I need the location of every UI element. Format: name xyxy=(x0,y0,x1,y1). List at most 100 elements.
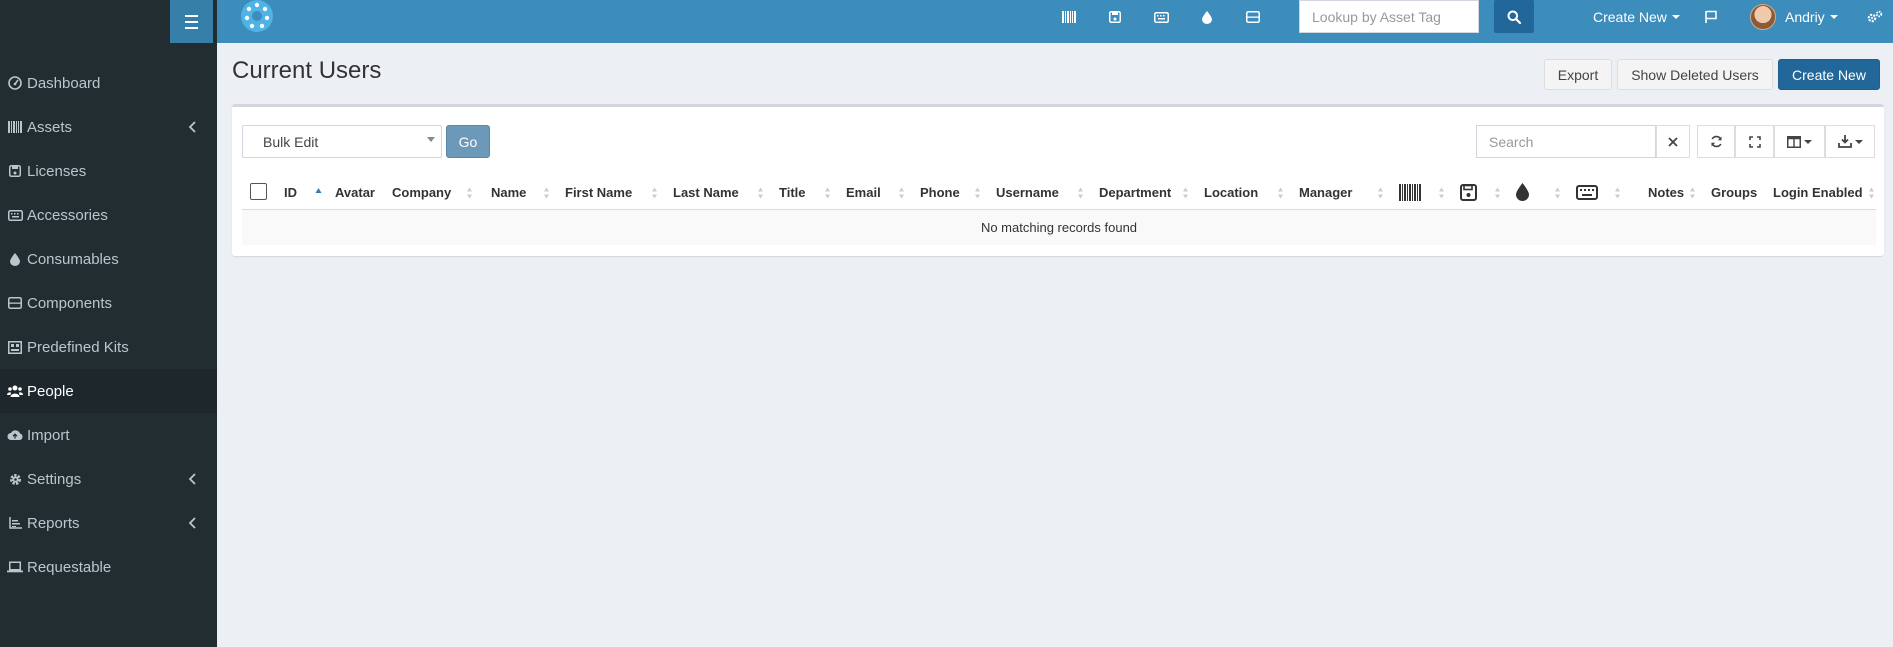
flag-icon xyxy=(1705,10,1717,23)
sidebar-item-licenses[interactable]: Licenses xyxy=(0,149,217,193)
keyboard-icon[interactable] xyxy=(1138,0,1184,34)
column-header-title[interactable]: Title xyxy=(779,175,806,209)
sidebar-item-predefined-kits[interactable]: Predefined Kits xyxy=(0,325,217,369)
sort-both-icon xyxy=(975,187,980,199)
bulk-go-button[interactable]: Go xyxy=(446,125,490,158)
admin-settings-button[interactable] xyxy=(1866,0,1884,33)
column-label: Company xyxy=(392,184,452,200)
hdd-icon xyxy=(7,295,23,311)
sort-both-icon xyxy=(652,187,657,199)
kits-icon xyxy=(7,339,23,355)
asset-tag-lookup-input[interactable]: Lookup by Asset Tag xyxy=(1299,0,1479,33)
sidebar-item-import[interactable]: Import xyxy=(0,413,217,457)
sidebar-item-label: Requestable xyxy=(27,558,112,576)
column-header-location[interactable]: Location xyxy=(1204,175,1258,209)
top-navbar: Lookup by Asset Tag Create New Andriy xyxy=(0,0,1893,43)
column-label: Groups xyxy=(1711,184,1758,200)
sidebar-item-dashboard[interactable]: Dashboard xyxy=(0,61,217,105)
avatar xyxy=(1750,3,1776,30)
hdd-icon[interactable] xyxy=(1230,0,1276,34)
column-header-department[interactable]: Department xyxy=(1099,175,1171,209)
chart-icon xyxy=(7,515,23,531)
sidebar-item-reports[interactable]: Reports xyxy=(0,501,217,545)
sidebar-item-settings[interactable]: Settings xyxy=(0,457,217,501)
tint-icon[interactable] xyxy=(1184,0,1230,34)
select-all-checkbox[interactable] xyxy=(250,183,267,200)
column-header-id[interactable]: ID xyxy=(284,175,297,209)
save-icon xyxy=(1460,183,1477,201)
column-header-consumables-count[interactable] xyxy=(1516,175,1529,209)
sidebar-item-label: Accessories xyxy=(27,206,108,224)
column-header-assets-count[interactable] xyxy=(1399,175,1421,209)
page-title: Current Users xyxy=(232,57,382,84)
column-header-accessories-count[interactable] xyxy=(1576,175,1598,209)
show-deleted-users-button[interactable]: Show Deleted Users xyxy=(1617,59,1773,90)
quick-links xyxy=(1046,0,1276,34)
column-header-first-name[interactable]: First Name xyxy=(565,175,632,209)
export-table-button[interactable] xyxy=(1825,125,1875,158)
cogs-icon xyxy=(1867,10,1883,22)
hamburger-icon xyxy=(185,13,198,31)
column-header-login-enabled[interactable]: Login Enabled xyxy=(1773,175,1863,209)
alerts-button[interactable] xyxy=(1704,0,1718,33)
sidebar: Dashboard Assets Licenses Accessories Co… xyxy=(0,43,217,647)
export-button[interactable]: Export xyxy=(1544,59,1612,90)
table-search-input[interactable]: Search xyxy=(1476,125,1656,158)
chevron-left-icon xyxy=(188,517,196,529)
column-header-name[interactable]: Name xyxy=(491,175,526,209)
column-label: Notes xyxy=(1648,184,1685,200)
download-icon xyxy=(1837,135,1852,148)
column-header-last-name[interactable]: Last Name xyxy=(673,175,739,209)
column-label: Last Name xyxy=(673,184,739,200)
sidebar-item-label: Consumables xyxy=(27,250,119,268)
barcode-icon[interactable] xyxy=(1046,0,1092,34)
sidebar-item-label: Assets xyxy=(27,118,73,136)
column-header-username[interactable]: Username xyxy=(996,175,1059,209)
chevron-left-icon xyxy=(188,121,196,133)
fullscreen-button[interactable] xyxy=(1735,125,1774,158)
bulk-action-select[interactable]: Bulk Edit xyxy=(242,125,442,158)
sidebar-item-label: Reports xyxy=(27,514,80,532)
sidebar-toggle-button[interactable] xyxy=(170,0,213,43)
sort-both-icon xyxy=(758,187,763,199)
user-name: Andriy xyxy=(1785,8,1825,25)
sort-both-icon xyxy=(1615,187,1620,199)
column-header-groups[interactable]: Groups xyxy=(1711,175,1757,209)
column-header-phone[interactable]: Phone xyxy=(920,175,960,209)
sidebar-item-requestable[interactable]: Requestable xyxy=(0,545,217,589)
bulk-action-selected: Bulk Edit xyxy=(263,133,319,150)
column-header-manager[interactable]: Manager xyxy=(1299,175,1352,209)
column-header-email[interactable]: Email xyxy=(846,175,881,209)
save-icon[interactable] xyxy=(1092,0,1138,34)
sidebar-item-assets[interactable]: Assets xyxy=(0,105,217,149)
column-header-company[interactable]: Company xyxy=(392,175,451,209)
column-header-notes[interactable]: Notes xyxy=(1648,175,1684,209)
sidebar-item-label: Import xyxy=(27,426,70,444)
sort-both-icon xyxy=(1869,187,1874,199)
user-menu-dropdown[interactable]: Andriy xyxy=(1750,0,1838,33)
sort-both-icon xyxy=(544,187,549,199)
empty-table-message: No matching records found xyxy=(242,209,1876,245)
columns-toggle-button[interactable] xyxy=(1774,125,1825,158)
users-icon xyxy=(7,383,23,399)
column-header-licenses-count[interactable] xyxy=(1460,175,1477,209)
column-label: Title xyxy=(779,184,806,200)
create-new-button[interactable]: Create New xyxy=(1778,59,1880,90)
laptop-icon xyxy=(7,559,23,575)
sort-both-icon xyxy=(1278,187,1283,199)
column-label: Login Enabled xyxy=(1773,184,1863,200)
column-label: Name xyxy=(491,184,527,200)
create-new-dropdown[interactable]: Create New xyxy=(1593,0,1680,33)
sidebar-item-people[interactable]: People xyxy=(0,369,217,413)
sidebar-item-consumables[interactable]: Consumables xyxy=(0,237,217,281)
tint-icon xyxy=(7,251,23,267)
sidebar-item-components[interactable]: Components xyxy=(0,281,217,325)
column-header-avatar[interactable]: Avatar xyxy=(335,175,375,209)
sort-both-icon xyxy=(1555,187,1560,199)
lookup-search-button[interactable] xyxy=(1494,0,1534,33)
sidebar-item-accessories[interactable]: Accessories xyxy=(0,193,217,237)
users-table-box: Bulk Edit Go Search ID Avatar Company Na… xyxy=(232,104,1884,256)
refresh-button[interactable] xyxy=(1697,125,1735,158)
clear-search-button[interactable] xyxy=(1656,125,1690,158)
snipe-it-logo[interactable] xyxy=(238,0,276,34)
